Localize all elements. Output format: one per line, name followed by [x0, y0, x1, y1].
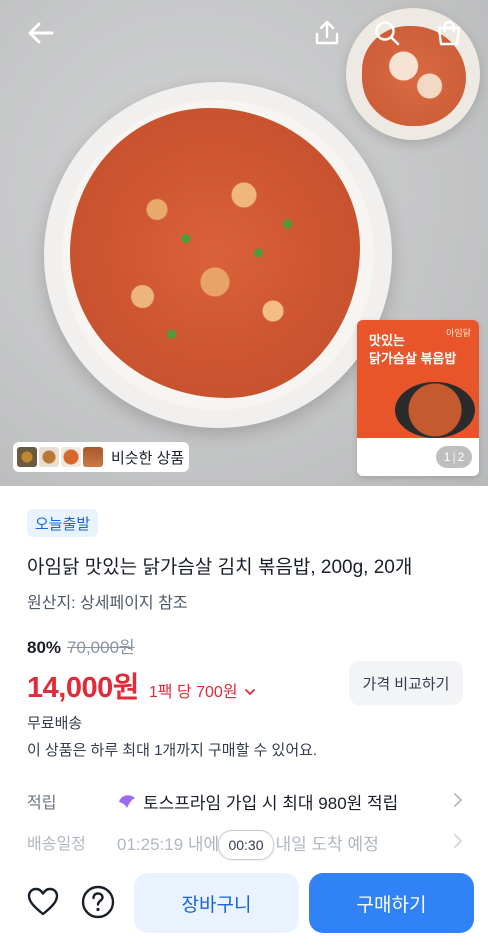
package-brand: 아임닭 — [446, 328, 471, 338]
share-button[interactable] — [310, 16, 344, 50]
package-title-line2: 닭가슴살 볶음밥 — [369, 351, 457, 366]
shopping-bag-icon — [437, 20, 461, 46]
price-compare-button[interactable]: 가격 비교하기 — [349, 661, 463, 705]
share-icon — [315, 20, 339, 45]
package-title-line1: 맛있는 — [369, 333, 405, 348]
buy-now-button[interactable]: 구매하기 — [309, 873, 474, 933]
back-button[interactable] — [24, 16, 58, 50]
similar-thumb — [17, 447, 37, 467]
discount-row: 80% 70,000원 — [27, 633, 135, 658]
sale-price: 14,000원 — [27, 672, 139, 704]
add-to-cart-button[interactable]: 장바구니 — [134, 873, 299, 933]
search-button[interactable] — [370, 16, 404, 50]
arrow-left-icon — [28, 22, 54, 44]
page-total: 2 — [457, 450, 465, 464]
page-indicator: 1 | 2 — [436, 446, 472, 468]
product-title: 아임닭 맛있는 닭가슴살 김치 볶음밥, 200g, 20개 — [27, 557, 413, 578]
pan-image — [395, 382, 475, 438]
points-row[interactable]: 적립 토스프라임 가입 시 최대 980원 적립 — [27, 788, 463, 814]
similar-products-label: 비슷한 상품 — [111, 449, 185, 467]
search-icon — [375, 21, 400, 46]
bag-button[interactable] — [432, 16, 466, 50]
original-price: 70,000원 — [67, 638, 135, 657]
question-icon — [81, 885, 115, 919]
similar-thumb — [83, 447, 103, 467]
heart-icon — [27, 887, 59, 916]
wishlist-button[interactable] — [25, 884, 61, 920]
today-shipping-badge: 오늘출발 — [27, 509, 99, 537]
purchase-limit-notice: 이 상품은 하루 최대 1개까지 구매할 수 있어요. — [27, 742, 318, 759]
product-origin: 원산지: 상세페이지 참조 — [27, 595, 188, 612]
page-current: 1 — [443, 450, 451, 464]
similar-thumb — [39, 447, 59, 467]
price-row: 14,000원 1팩 당 700원 — [27, 664, 256, 706]
points-value: 토스프라임 가입 시 최대 980원 적립 — [143, 793, 399, 813]
free-shipping-label: 무료배송 — [27, 715, 83, 732]
similar-thumb — [61, 447, 81, 467]
similar-products-button[interactable]: 비슷한 상품 — [13, 442, 189, 472]
countdown-timer: 00:30 — [218, 830, 274, 860]
delivery-label: 배송일정 — [27, 836, 86, 853]
chevron-down-icon[interactable] — [244, 687, 256, 697]
product-image-carousel[interactable]: 아임닭 맛있는 닭가슴살 볶음밥 1 | 2 비슷한 상품 — [0, 0, 488, 486]
chevron-right-icon — [454, 793, 463, 807]
help-button[interactable] — [80, 884, 116, 920]
points-label: 적립 — [27, 795, 57, 812]
discount-rate: 80% — [27, 638, 62, 657]
unit-price[interactable]: 1팩 당 700원 — [149, 678, 238, 702]
toss-prime-icon — [119, 795, 135, 808]
chevron-right-icon — [454, 834, 463, 848]
